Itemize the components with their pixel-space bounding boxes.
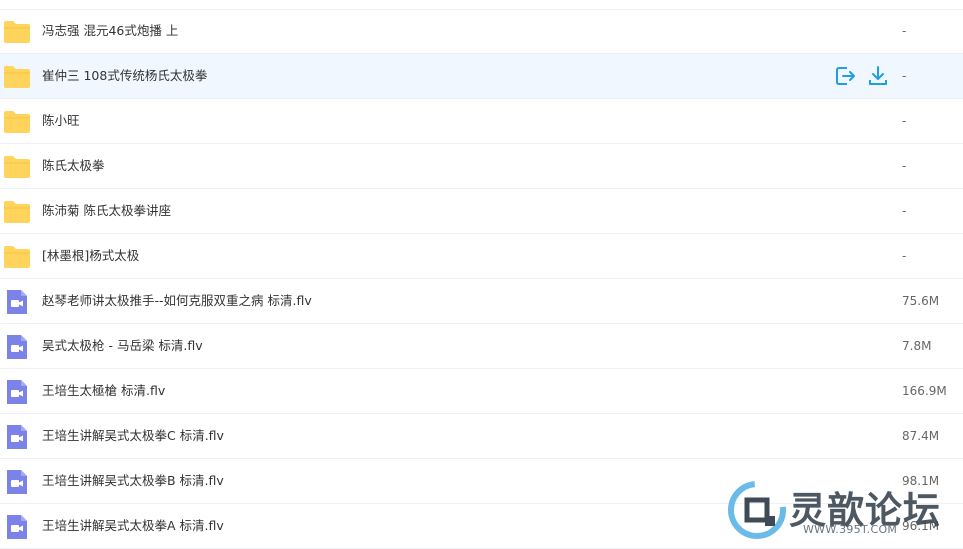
file-size: 7.8M bbox=[902, 339, 932, 353]
folder-icon bbox=[4, 21, 30, 43]
folder-icon bbox=[4, 246, 30, 268]
file-name: 陈小旺 bbox=[42, 113, 80, 128]
folder-icon bbox=[4, 201, 30, 223]
list-item[interactable]: 陈氏太极拳 - bbox=[0, 144, 963, 189]
video-file-icon bbox=[7, 470, 27, 494]
file-name: 陈氏太极拳 bbox=[42, 158, 105, 173]
file-name: 王培生太極槍 标清.flv bbox=[42, 383, 166, 398]
file-list: 冯志强 混元46式炮播 上 - 崔仲三 108式传统杨氏太极拳 - 陈小旺 - … bbox=[0, 9, 963, 549]
file-size: 96.1M bbox=[902, 519, 940, 533]
folder-icon bbox=[4, 66, 30, 88]
file-size: - bbox=[902, 24, 907, 38]
file-size: - bbox=[902, 249, 907, 263]
file-name: 王培生讲解吴式太极拳A 标清.flv bbox=[42, 518, 224, 533]
list-item[interactable]: 陈小旺 - bbox=[0, 99, 963, 144]
file-name: 崔仲三 108式传统杨氏太极拳 bbox=[42, 68, 208, 83]
file-name: 陈沛菊 陈氏太极拳讲座 bbox=[42, 203, 171, 218]
download-icon[interactable] bbox=[867, 65, 889, 87]
list-item[interactable]: [林墨根]杨式太极 - bbox=[0, 234, 963, 279]
folder-icon bbox=[4, 111, 30, 133]
video-file-icon bbox=[7, 290, 27, 314]
share-icon[interactable] bbox=[835, 65, 857, 87]
video-file-icon bbox=[7, 380, 27, 404]
list-item[interactable]: 陈沛菊 陈氏太极拳讲座 - bbox=[0, 189, 963, 234]
file-name: 王培生讲解吴式太极拳B 标清.flv bbox=[42, 473, 224, 488]
row-actions bbox=[835, 65, 889, 87]
file-size: 166.9M bbox=[902, 384, 947, 398]
list-item[interactable]: 冯志强 混元46式炮播 上 - bbox=[0, 9, 963, 54]
file-name: 王培生讲解吴式太极拳C 标清.flv bbox=[42, 428, 224, 443]
file-name: 吴式太极枪 - 马岳梁 标清.flv bbox=[42, 338, 203, 353]
file-name: 冯志强 混元46式炮播 上 bbox=[42, 23, 179, 38]
file-size: - bbox=[902, 69, 907, 83]
list-item[interactable]: 赵琴老师讲太极推手--如何克服双重之病 标清.flv 75.6M bbox=[0, 279, 963, 324]
file-name: 赵琴老师讲太极推手--如何克服双重之病 标清.flv bbox=[42, 293, 312, 308]
file-size: - bbox=[902, 159, 907, 173]
file-size: - bbox=[902, 114, 907, 128]
list-item[interactable]: 吴式太极枪 - 马岳梁 标清.flv 7.8M bbox=[0, 324, 963, 369]
video-file-icon bbox=[7, 515, 27, 539]
file-size: - bbox=[902, 204, 907, 218]
file-size: 75.6M bbox=[902, 294, 940, 308]
file-name: [林墨根]杨式太极 bbox=[42, 248, 140, 263]
video-file-icon bbox=[7, 335, 27, 359]
folder-icon bbox=[4, 156, 30, 178]
video-file-icon bbox=[7, 425, 27, 449]
list-item[interactable]: 王培生太極槍 标清.flv 166.9M bbox=[0, 369, 963, 414]
list-item[interactable]: 王培生讲解吴式太极拳B 标清.flv 98.1M bbox=[0, 459, 963, 504]
list-item[interactable]: 王培生讲解吴式太极拳C 标清.flv 87.4M bbox=[0, 414, 963, 459]
file-size: 87.4M bbox=[902, 429, 940, 443]
list-item-hovered[interactable]: 崔仲三 108式传统杨氏太极拳 - bbox=[0, 54, 963, 99]
list-item[interactable]: 王培生讲解吴式太极拳A 标清.flv 96.1M bbox=[0, 504, 963, 549]
file-size: 98.1M bbox=[902, 474, 940, 488]
